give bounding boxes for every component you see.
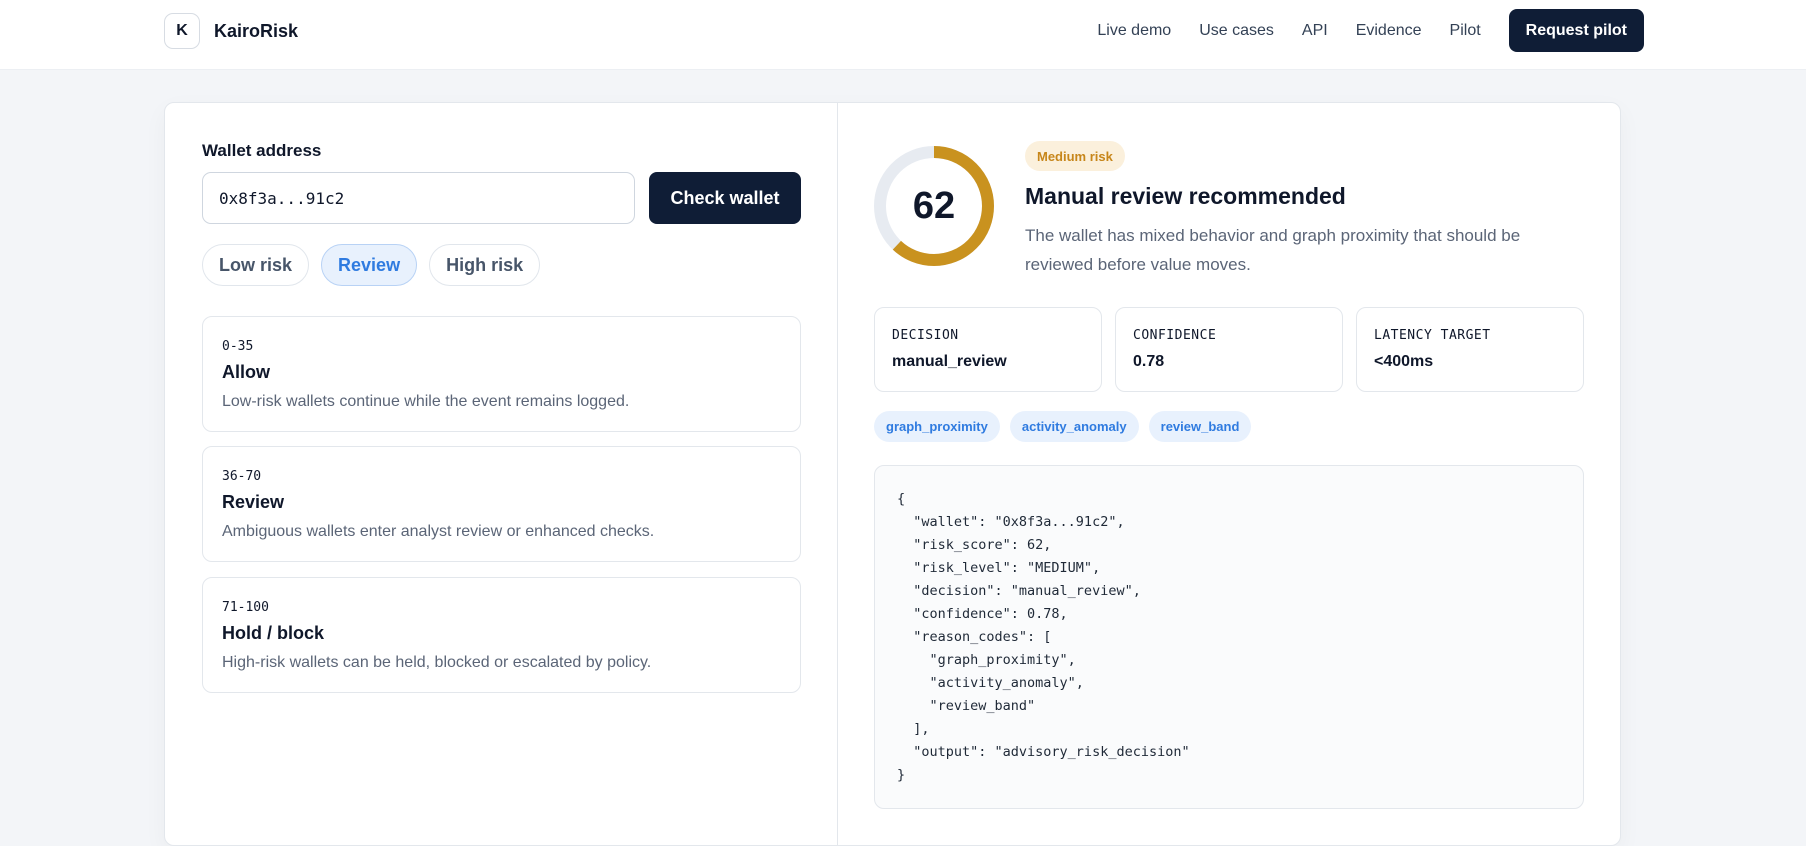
json-line: "decision": "manual_review", xyxy=(897,583,1141,599)
risk-band-allow: 0-35 Allow Low-risk wallets continue whi… xyxy=(202,316,801,432)
json-line: } xyxy=(897,767,906,783)
metric-value: <400ms xyxy=(1374,353,1434,370)
preset-high-risk[interactable]: High risk xyxy=(429,244,541,286)
preset-low-risk[interactable]: Low risk xyxy=(202,244,310,286)
metric-label: DECISION xyxy=(892,328,959,343)
top-navigation-bar: K KairoRisk Live demo Use cases API Evid… xyxy=(0,0,1806,70)
band-title: Allow xyxy=(222,362,270,382)
nav-link-use-cases[interactable]: Use cases xyxy=(1199,22,1274,40)
wallet-address-input[interactable] xyxy=(202,172,635,224)
band-description: Ambiguous wallets enter analyst review o… xyxy=(222,523,655,540)
reason-tag: activity_anomaly xyxy=(1009,411,1139,442)
verdict-description: The wallet has mixed behavior and graph … xyxy=(1025,226,1521,274)
brand[interactable]: K KairoRisk xyxy=(164,12,298,50)
request-pilot-button[interactable]: Request pilot xyxy=(1508,9,1644,52)
metric-latency-target: LATENCY TARGET <400ms xyxy=(1356,307,1584,392)
risk-level-badge: Medium risk xyxy=(1025,141,1125,171)
json-line: "wallet": "0x8f3a...91c2", xyxy=(897,514,1125,530)
json-line: "risk_score": 62, xyxy=(897,537,1052,553)
nav-link-evidence[interactable]: Evidence xyxy=(1356,22,1422,40)
band-description: High-risk wallets can be held, blocked o… xyxy=(222,654,652,671)
json-line: "reason_codes": [ xyxy=(897,629,1052,645)
json-line: ], xyxy=(897,721,930,737)
reason-tag: review_band xyxy=(1148,411,1252,442)
metric-label: LATENCY TARGET xyxy=(1374,328,1491,343)
check-wallet-button[interactable]: Check wallet xyxy=(649,172,801,224)
json-line: { xyxy=(897,491,906,507)
brand-name: KairoRisk xyxy=(214,20,299,41)
risk-demo-card: Wallet address Check wallet Low risk Rev… xyxy=(164,102,1621,846)
metric-value: 0.78 xyxy=(1133,353,1165,370)
nav-link-pilot[interactable]: Pilot xyxy=(1450,22,1481,40)
metric-confidence: CONFIDENCE 0.78 xyxy=(1115,307,1343,392)
reason-code-tags: graph_proximity activity_anomaly review_… xyxy=(874,411,1252,442)
json-line: "confidence": 0.78, xyxy=(897,606,1068,622)
json-line: "output": "advisory_risk_decision" xyxy=(897,744,1190,760)
preset-review[interactable]: Review xyxy=(321,244,418,286)
panel-divider xyxy=(837,103,838,845)
risk-band-hold-block: 71-100 Hold / block High-risk wallets ca… xyxy=(202,577,801,693)
wallet-address-label: Wallet address xyxy=(202,141,322,160)
metric-decision: DECISION manual_review xyxy=(874,307,1102,392)
band-range: 71-100 xyxy=(222,600,269,615)
nav-link-live-demo[interactable]: Live demo xyxy=(1097,22,1171,40)
band-range: 0-35 xyxy=(222,339,254,354)
json-response-block: { "wallet": "0x8f3a...91c2", "risk_score… xyxy=(874,465,1584,809)
band-title: Hold / block xyxy=(222,623,325,643)
json-line: "risk_level": "MEDIUM", xyxy=(897,560,1101,576)
main-nav: Live demo Use cases API Evidence Pilot R… xyxy=(1097,9,1644,52)
verdict-title: Manual review recommended xyxy=(1025,183,1346,209)
json-line: "activity_anomaly", xyxy=(897,675,1084,691)
result-metrics: DECISION manual_review CONFIDENCE 0.78 L… xyxy=(874,307,1584,392)
band-title: Review xyxy=(222,492,285,512)
risk-band-review: 36-70 Review Ambiguous wallets enter ana… xyxy=(202,446,801,562)
brand-logo-icon: K xyxy=(164,13,200,49)
metric-label: CONFIDENCE xyxy=(1133,328,1217,343)
nav-link-api[interactable]: API xyxy=(1302,22,1328,40)
metric-value: manual_review xyxy=(892,353,1007,370)
reason-tag: graph_proximity xyxy=(874,411,1000,442)
band-description: Low-risk wallets continue while the even… xyxy=(222,393,630,410)
risk-score-value: 62 xyxy=(912,184,956,227)
band-range: 36-70 xyxy=(222,469,262,484)
risk-preset-pills: Low risk Review High risk xyxy=(202,244,541,286)
json-line: "graph_proximity", xyxy=(897,652,1076,668)
json-line: "review_band" xyxy=(897,698,1036,714)
